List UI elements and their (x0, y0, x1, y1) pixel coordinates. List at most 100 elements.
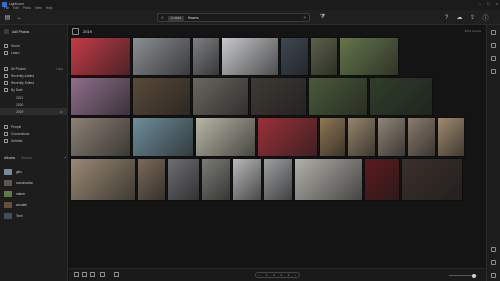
sidebar-item-label: Connections (11, 131, 30, 136)
photo-thumbnail[interactable] (70, 158, 136, 201)
back-arrow-icon[interactable]: ← (15, 13, 24, 22)
trash-icon (4, 138, 8, 143)
crop-icon[interactable] (491, 43, 496, 48)
sidebar-item-label: All Photos (11, 66, 26, 71)
account-header[interactable]: Adil Photos (4, 29, 29, 34)
sidebar-item-label: People (11, 124, 22, 129)
sidebar-item-recently-added[interactable]: Recently Added (0, 72, 67, 79)
sidebar-item-by-date[interactable]: By Date (0, 86, 67, 93)
photo-thumbnail[interactable] (319, 117, 346, 157)
search-scope-chip[interactable]: In 2019 (168, 15, 185, 21)
photo-thumbnail[interactable] (294, 158, 363, 201)
sort-icon[interactable] (100, 272, 105, 277)
album-thumbnail (4, 179, 12, 186)
photo-thumbnail[interactable] (192, 77, 249, 116)
maximize-icon[interactable]: □ (487, 1, 489, 6)
detail-layout-icon[interactable] (90, 272, 95, 277)
photo-thumbnail[interactable] (70, 117, 131, 157)
page-button[interactable]: 4 (288, 273, 290, 277)
sidebar-item-connections[interactable]: Connections (0, 130, 67, 137)
photo-thumbnail[interactable] (308, 77, 368, 116)
help-icon[interactable]: ? (442, 13, 451, 22)
photo-thumbnail[interactable] (201, 158, 231, 201)
page-button[interactable]: 2 (273, 273, 275, 277)
photo-thumbnail[interactable] (70, 77, 131, 116)
photo-thumbnail[interactable] (369, 77, 433, 116)
sidebar-item-label: Home (11, 43, 20, 48)
photo-thumbnail[interactable] (401, 158, 463, 201)
photo-thumbnail[interactable] (132, 77, 191, 116)
heal-icon[interactable] (491, 56, 496, 61)
album-item[interactable]: construction (0, 178, 67, 187)
info-icon[interactable]: ⓘ (481, 13, 490, 22)
sidebar-item-year[interactable]: 2019 48 (0, 108, 67, 115)
tab-albums[interactable]: Albums (4, 156, 15, 160)
sidebar-item-people[interactable]: People (0, 123, 67, 130)
photo-thumbnail[interactable] (377, 117, 406, 157)
photo-thumbnail[interactable] (339, 37, 399, 76)
star-filter-icon[interactable] (114, 272, 119, 277)
photo-thumbnail[interactable] (250, 77, 307, 116)
photo-thumbnail[interactable] (221, 37, 279, 76)
sidebar-item-learn[interactable]: Learn (0, 49, 67, 56)
connections-icon (4, 131, 8, 136)
photo-thumbnail[interactable] (167, 158, 200, 201)
photo-thumbnail[interactable] (263, 158, 293, 201)
sidebar-item-home[interactable]: Home (0, 42, 67, 49)
album-item[interactable]: girls (0, 167, 67, 176)
album-item[interactable]: wooden (0, 200, 67, 209)
page-button[interactable]: 1 (266, 273, 268, 277)
photo-thumbnail[interactable] (280, 37, 309, 76)
minimize-icon[interactable]: – (479, 1, 481, 6)
activity-icon[interactable] (491, 273, 496, 278)
filter-icon[interactable]: ⧩ (318, 13, 327, 22)
mask-icon[interactable] (491, 69, 496, 74)
search-input[interactable]: flowers (188, 16, 199, 20)
sidebar-toggle-icon[interactable]: ▤ (3, 13, 12, 22)
album-item[interactable]: Tech (0, 211, 67, 220)
left-sidebar: Adil Photos Home Learn All Photos 7,892 … (0, 25, 68, 281)
sidebar-item-deleted[interactable]: Deleted (0, 137, 67, 144)
sidebar-item-all-photos[interactable]: All Photos 7,892 (0, 65, 67, 72)
photo-thumbnail[interactable] (364, 158, 400, 201)
avatar (4, 29, 9, 34)
sidebar-item-recently-edited[interactable]: Recently Edited (0, 79, 67, 86)
next-page-button[interactable]: › (295, 273, 296, 277)
album-thumbnail (4, 168, 12, 175)
sidebar-item-year[interactable]: 2020 (0, 101, 67, 108)
keywords-icon[interactable] (491, 247, 496, 252)
album-thumbnail (4, 201, 12, 208)
photo-thumbnail[interactable] (192, 37, 220, 76)
prev-page-button[interactable]: ‹ (259, 273, 260, 277)
add-album-icon[interactable]: + (64, 156, 66, 160)
photo-thumbnail[interactable] (132, 117, 194, 157)
photo-thumbnail[interactable] (347, 117, 376, 157)
close-icon[interactable]: × (496, 1, 498, 6)
page-button[interactable]: 3 (280, 273, 282, 277)
photo-thumbnail[interactable] (70, 37, 131, 76)
zoom-slider-handle[interactable] (472, 273, 476, 278)
sync-cloud-icon[interactable]: ☁ (455, 13, 464, 22)
info-panel-icon[interactable] (491, 260, 496, 265)
edit-icon[interactable] (491, 30, 496, 35)
share-icon[interactable]: ⇪ (468, 13, 477, 22)
photo-thumbnail[interactable] (137, 158, 166, 201)
photo-thumbnail[interactable] (195, 117, 256, 157)
photo-thumbnail[interactable] (310, 37, 338, 76)
photo-thumbnail[interactable] (232, 158, 262, 201)
photo-thumbnail[interactable] (437, 117, 465, 157)
grid-layout-icon[interactable] (74, 272, 79, 277)
tab-shared[interactable]: Shared (21, 156, 32, 160)
sidebar-item-year[interactable]: 2021 (0, 94, 67, 101)
search-bar[interactable]: ⌕ In 2019 flowers × (157, 13, 310, 22)
calendar-icon (4, 87, 8, 92)
clear-search-icon[interactable]: × (303, 15, 306, 20)
grid-view-icon[interactable] (72, 27, 79, 35)
photo-thumbnail[interactable] (132, 37, 191, 76)
photo-thumbnail[interactable] (257, 117, 318, 157)
album-label: construction (16, 180, 34, 185)
photo-count: 2019 photos (464, 29, 481, 33)
photo-thumbnail[interactable] (407, 117, 436, 157)
album-item[interactable]: nature (0, 189, 67, 198)
square-layout-icon[interactable] (82, 272, 87, 277)
